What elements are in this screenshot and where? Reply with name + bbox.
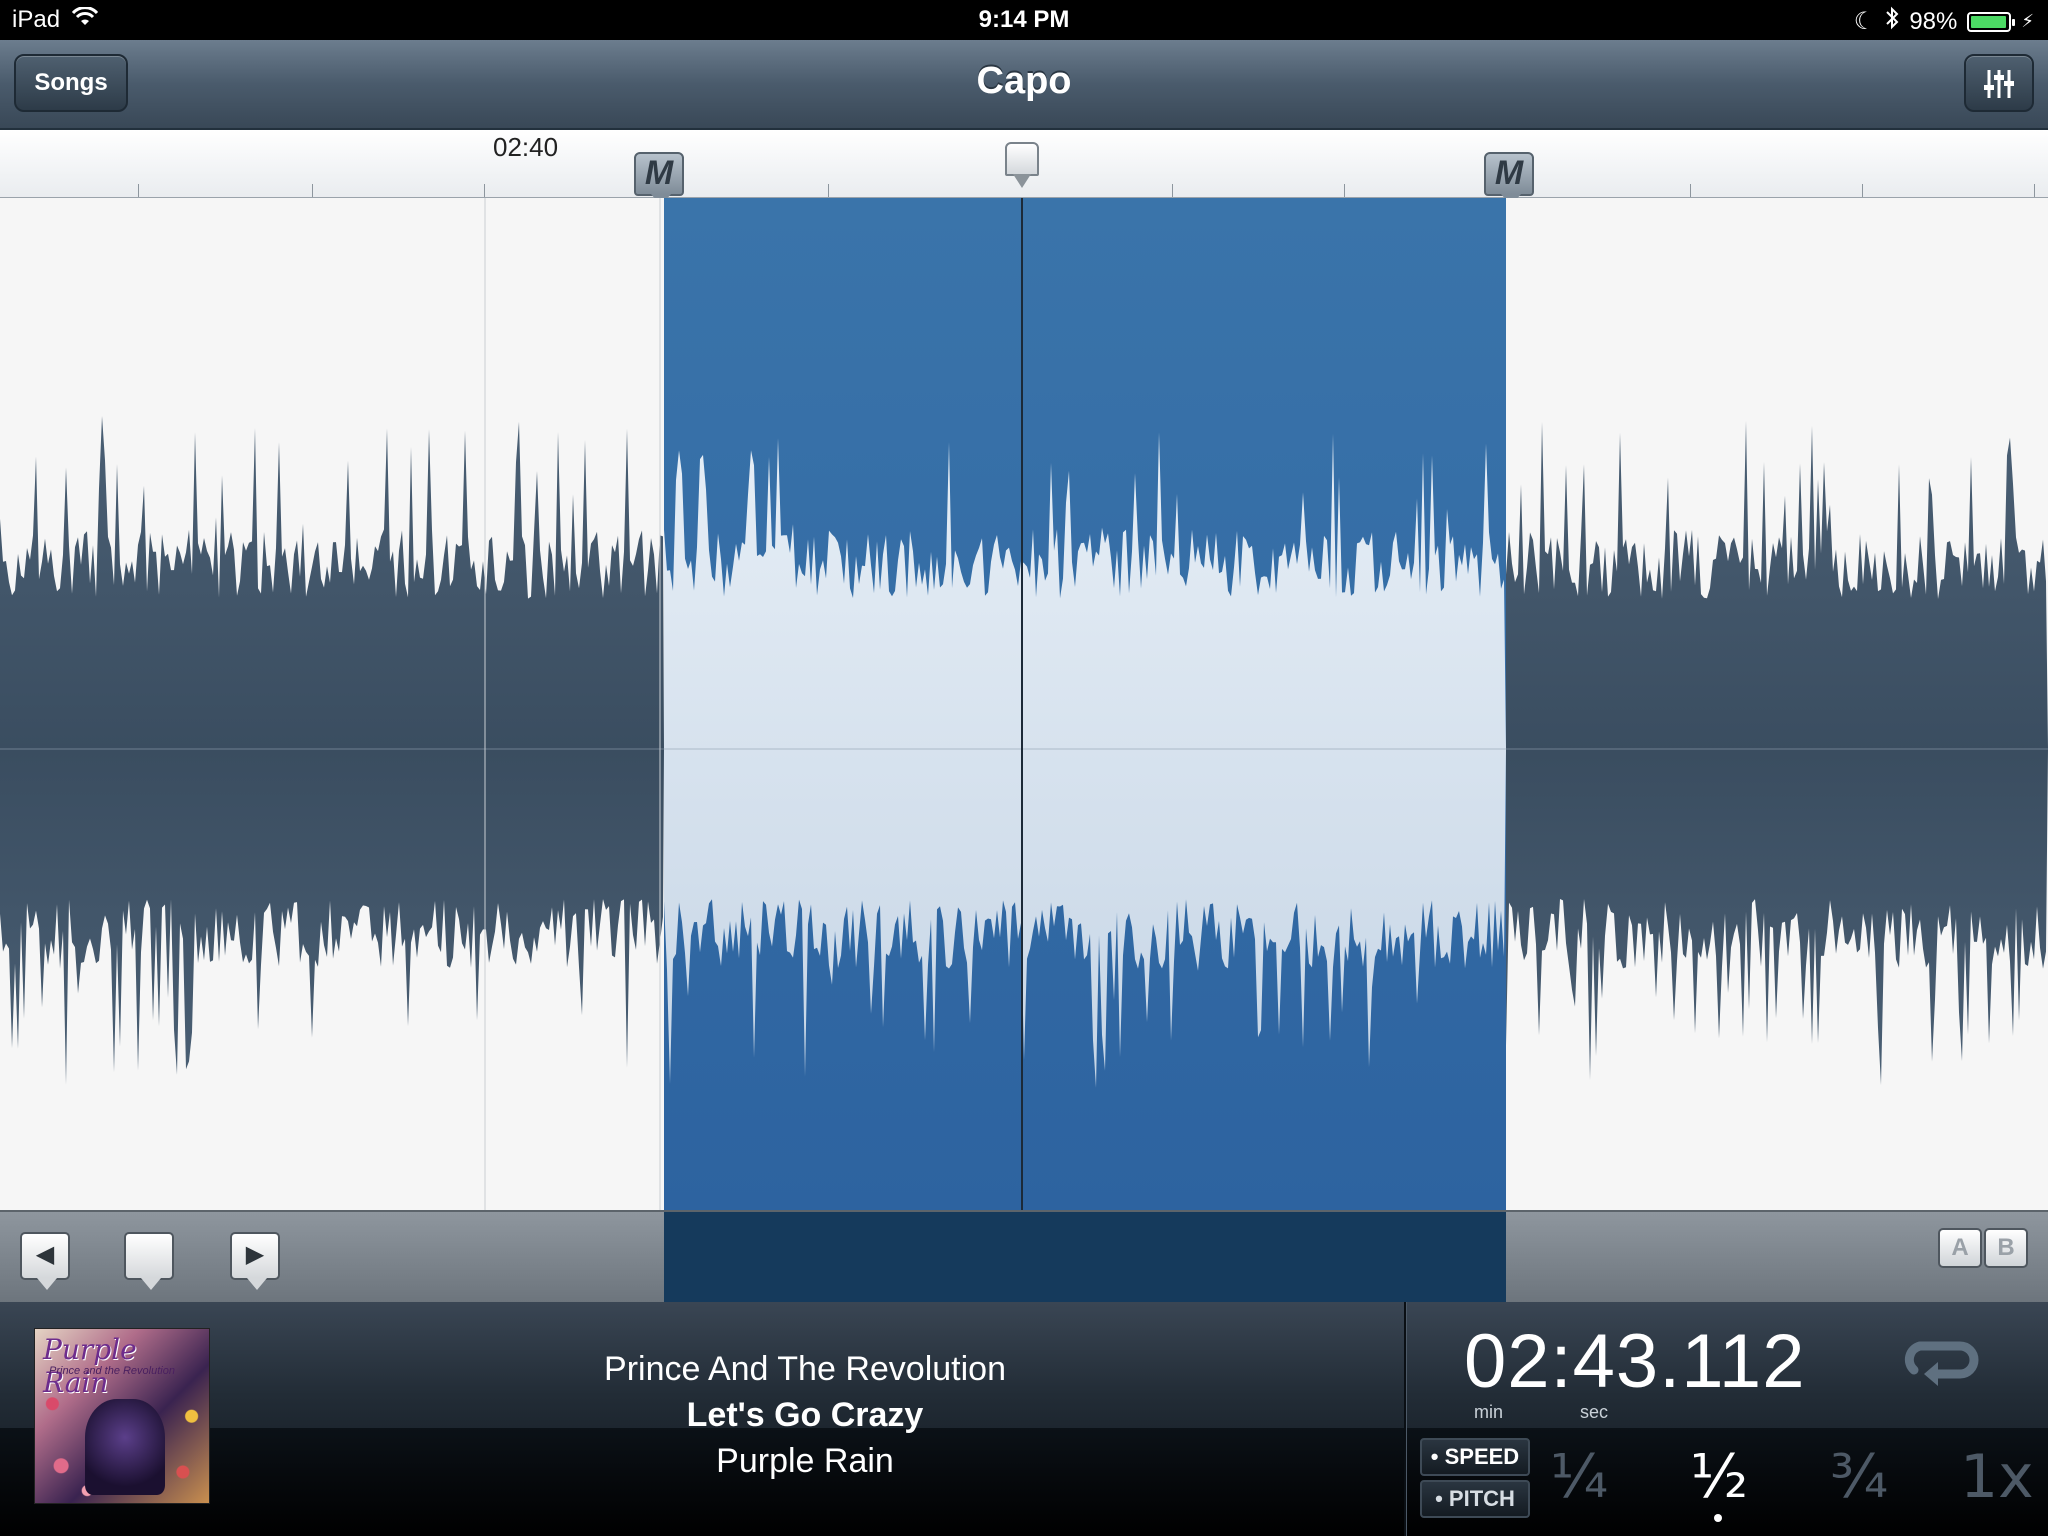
minutes-unit-label: min	[1474, 1402, 1504, 1422]
pitch-label: PITCH	[1448, 1486, 1515, 1511]
selected-speed-indicator	[1714, 1514, 1722, 1522]
moon-icon: ☾	[1853, 8, 1876, 35]
add-marker-button[interactable]	[124, 1232, 174, 1290]
speed-option-quarter[interactable]: ¼	[1550, 1442, 1608, 1512]
battery-icon	[1967, 11, 2016, 32]
triangle-left-icon: ◀	[35, 1241, 55, 1268]
bluetooth-icon	[1885, 6, 1899, 37]
speed-option-normal[interactable]: 1x	[1960, 1442, 2034, 1512]
status-bar: iPad 9:14 PM ☾ 98% ⚡	[0, 0, 2048, 40]
loop-toggle-button[interactable]	[1900, 1332, 1980, 1397]
track-info: Prince And The Revolution Let's Go Crazy…	[420, 1346, 1190, 1484]
timeline-ruler[interactable]: 02:40 M M	[0, 130, 2048, 206]
loop-start-marker[interactable]: M	[634, 152, 684, 206]
waveform-toolbar: ◀ ▶ A B	[0, 1210, 2048, 1302]
speed-pitch-toggle: • SPEED • PITCH	[1420, 1438, 1530, 1522]
seconds-unit-label: sec	[1580, 1402, 1609, 1422]
speed-label: SPEED	[1444, 1444, 1520, 1469]
loop-icon	[1904, 1341, 1979, 1386]
page-title: Capo	[976, 60, 1072, 102]
ab-b-label: B	[1984, 1228, 2028, 1268]
sliders-icon	[1982, 70, 2016, 107]
charging-icon: ⚡	[2021, 11, 2034, 31]
album-art-subtitle: Prince and the Revolution	[49, 1365, 175, 1377]
battery-fill	[1971, 15, 2007, 28]
ab-loop-button[interactable]: A B	[1938, 1228, 2030, 1278]
playback-time: 02:43.112	[1464, 1319, 1806, 1404]
speed-option-half[interactable]: ½	[1690, 1442, 1748, 1512]
triangle-right-icon: ▶	[245, 1241, 265, 1268]
ab-a-label: A	[1938, 1228, 1982, 1268]
navigation-bar: Songs Capo	[0, 40, 2048, 130]
clock: 9:14 PM	[978, 6, 1070, 33]
playhead-handle[interactable]	[1005, 142, 1039, 188]
previous-marker-button[interactable]: ◀	[20, 1232, 70, 1290]
loop-end-marker[interactable]: M	[1484, 152, 1534, 206]
artist-name: Prince And The Revolution	[604, 1350, 1006, 1388]
mixer-button[interactable]	[1964, 54, 2034, 112]
album-name: Purple Rain	[716, 1442, 894, 1480]
pitch-mode-button[interactable]: • PITCH	[1420, 1480, 1530, 1518]
speed-mode-button[interactable]: • SPEED	[1420, 1438, 1530, 1476]
now-playing-panel: Purple Rain Prince and the Revolution Pr…	[0, 1302, 2048, 1536]
speed-option-three-quarter[interactable]: ¾	[1830, 1442, 1888, 1512]
battery-percent: 98%	[1909, 7, 1958, 35]
next-marker-button[interactable]: ▶	[230, 1232, 280, 1290]
waveform-view[interactable]	[0, 198, 2048, 1210]
song-title: Let's Go Crazy	[686, 1396, 924, 1434]
album-art[interactable]: Purple Rain Prince and the Revolution	[34, 1328, 210, 1504]
timeline-time-label: 02:40	[493, 132, 559, 162]
waveform[interactable]	[0, 198, 2048, 1210]
